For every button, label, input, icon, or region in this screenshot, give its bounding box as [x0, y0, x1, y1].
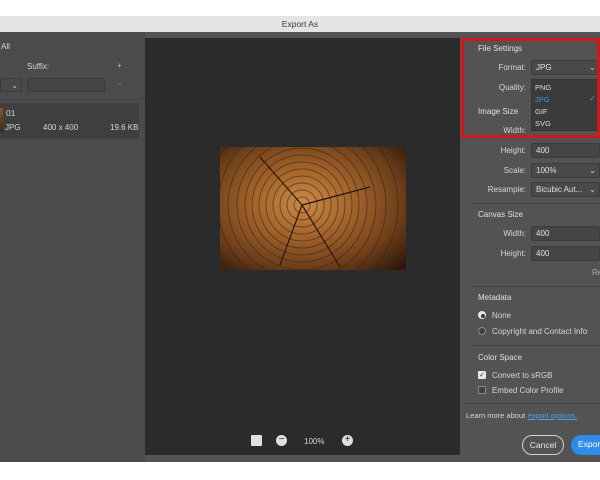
scale-value: 100% [536, 166, 557, 175]
asset-filesize: 19.6 KB [110, 123, 139, 132]
image-height-label: Height: [500, 146, 526, 155]
zoom-in-icon[interactable]: + [342, 435, 353, 446]
asset-dimensions: 400 x 400 [43, 123, 79, 132]
zoom-level: 100% [304, 437, 325, 446]
remove-suffix-button[interactable]: − [117, 79, 122, 88]
resample-value: Bicubic Aut... [536, 185, 583, 194]
cancel-button[interactable]: Cancel [522, 435, 564, 455]
scale-select-right[interactable]: 100% ⌄ [531, 163, 600, 178]
suffix-label: Suffix: [27, 62, 50, 71]
divider [463, 403, 600, 404]
assets-panel [0, 32, 145, 462]
chevron-down-icon: ⌄ [11, 81, 18, 90]
add-suffix-button[interactable]: + [117, 61, 122, 70]
chevron-down-icon: ⌄ [589, 185, 596, 194]
fit-to-screen-icon[interactable] [251, 435, 262, 446]
window-title: Export As [0, 16, 600, 32]
metadata-copyright-radio[interactable] [478, 327, 486, 335]
image-height-input[interactable]: 400 [531, 143, 600, 158]
wood-rings-image [220, 147, 406, 270]
metadata-none-label: None [492, 311, 512, 320]
asset-thumbnail [0, 108, 3, 132]
preview-image [220, 147, 406, 270]
resample-label: Resample: [487, 185, 526, 194]
zoom-out-icon[interactable]: − [276, 435, 287, 446]
metadata-none-radio[interactable] [478, 311, 486, 319]
embed-profile-checkbox[interactable] [478, 386, 486, 394]
canvas-height-input[interactable]: 400 [531, 246, 600, 261]
metadata-copyright-label: Copyright and Contact Info [492, 327, 588, 336]
convert-srgb-checkbox[interactable]: ✓ [478, 371, 486, 379]
canvas-height-label: Height: [500, 249, 526, 258]
scale-label: Scale: [503, 166, 526, 175]
scale-select[interactable]: ⌄ [0, 78, 22, 92]
suffix-input[interactable] [27, 78, 105, 92]
metadata-title: Metadata [478, 293, 512, 302]
asset-list-item[interactable] [0, 103, 139, 139]
reset-button[interactable]: Re [592, 268, 600, 277]
export-options-link[interactable]: export options. [528, 411, 577, 420]
learn-more-text: Learn more about [466, 411, 526, 420]
asset-name: 01 [6, 108, 16, 118]
select-all-label[interactable]: All [1, 42, 10, 51]
embed-profile-label: Embed Color Profile [492, 386, 564, 395]
canvas-width-label: Width: [503, 229, 526, 238]
convert-srgb-label: Convert to sRGB [492, 371, 553, 380]
color-space-title: Color Space [478, 353, 523, 362]
divider [470, 203, 600, 204]
canvas-size-title: Canvas Size [478, 210, 523, 219]
resample-select[interactable]: Bicubic Aut... ⌄ [531, 182, 600, 197]
export-button[interactable]: Expor [571, 435, 600, 455]
chevron-down-icon: ⌄ [589, 166, 596, 175]
divider [0, 99, 145, 100]
canvas-width-input[interactable]: 400 [531, 226, 600, 241]
divider [470, 345, 600, 346]
highlight-box [461, 38, 600, 138]
asset-format: JPG [5, 123, 21, 132]
divider [470, 286, 600, 287]
